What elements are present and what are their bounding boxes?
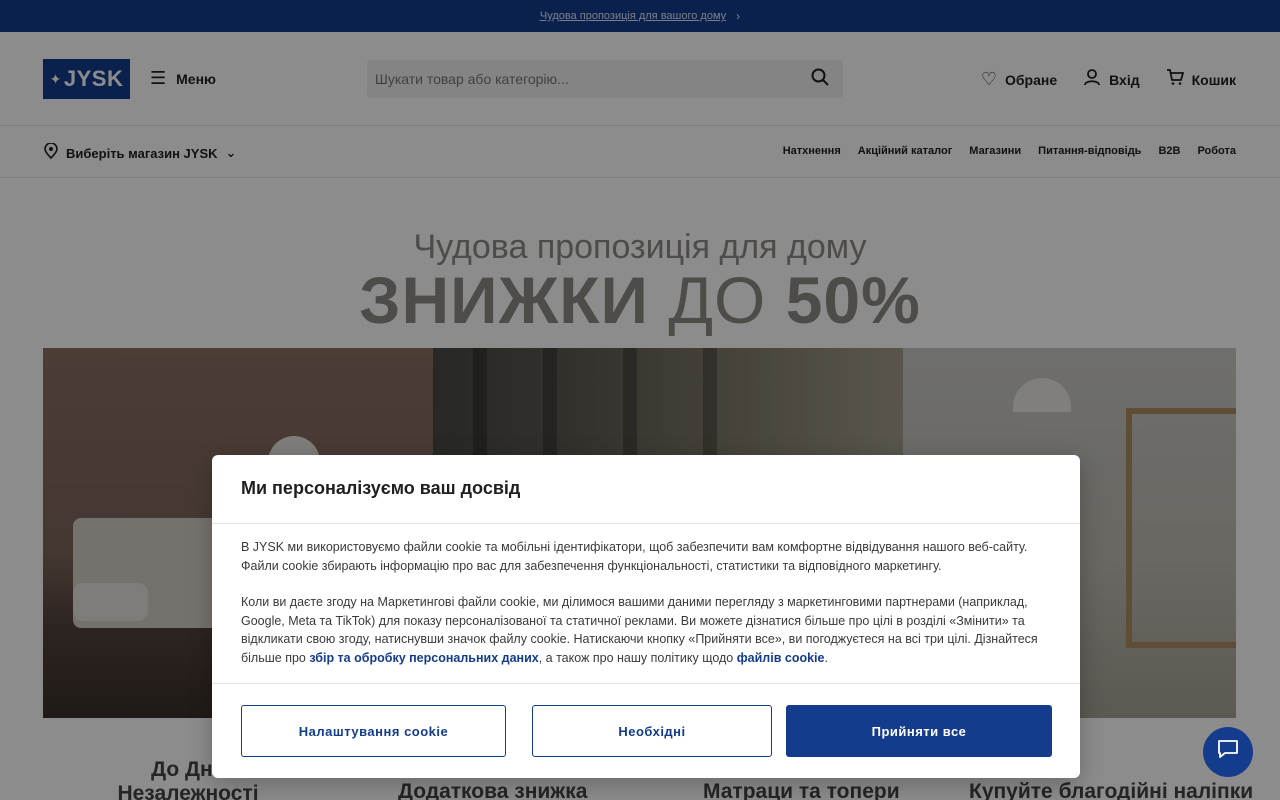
chat-bubble-icon (1217, 739, 1239, 765)
necessary-cookies-button[interactable]: Необхідні (532, 705, 772, 757)
chat-button[interactable] (1203, 727, 1253, 777)
accept-all-button[interactable]: Прийняти все (786, 705, 1052, 757)
cookie-policy-link[interactable]: файлів cookie (737, 651, 825, 665)
divider (212, 523, 1080, 524)
personal-data-link[interactable]: збір та обробку персональних даних (309, 651, 538, 665)
cookie-settings-button[interactable]: Налаштування cookie (241, 705, 506, 757)
cookie-dialog-body: В JYSK ми використовуємо файли cookie та… (241, 538, 1053, 667)
divider (212, 683, 1080, 684)
cookie-dialog-title: Ми персоналізуємо ваш досвід (241, 478, 521, 498)
cookie-text-2: Коли ви даєте згоду на Маркетингові файл… (241, 595, 1038, 665)
cookie-text-1: В JYSK ми використовуємо файли cookie та… (241, 540, 1028, 573)
cookie-consent-dialog: Ми персоналізуємо ваш досвід В JYSK ми в… (212, 455, 1080, 778)
